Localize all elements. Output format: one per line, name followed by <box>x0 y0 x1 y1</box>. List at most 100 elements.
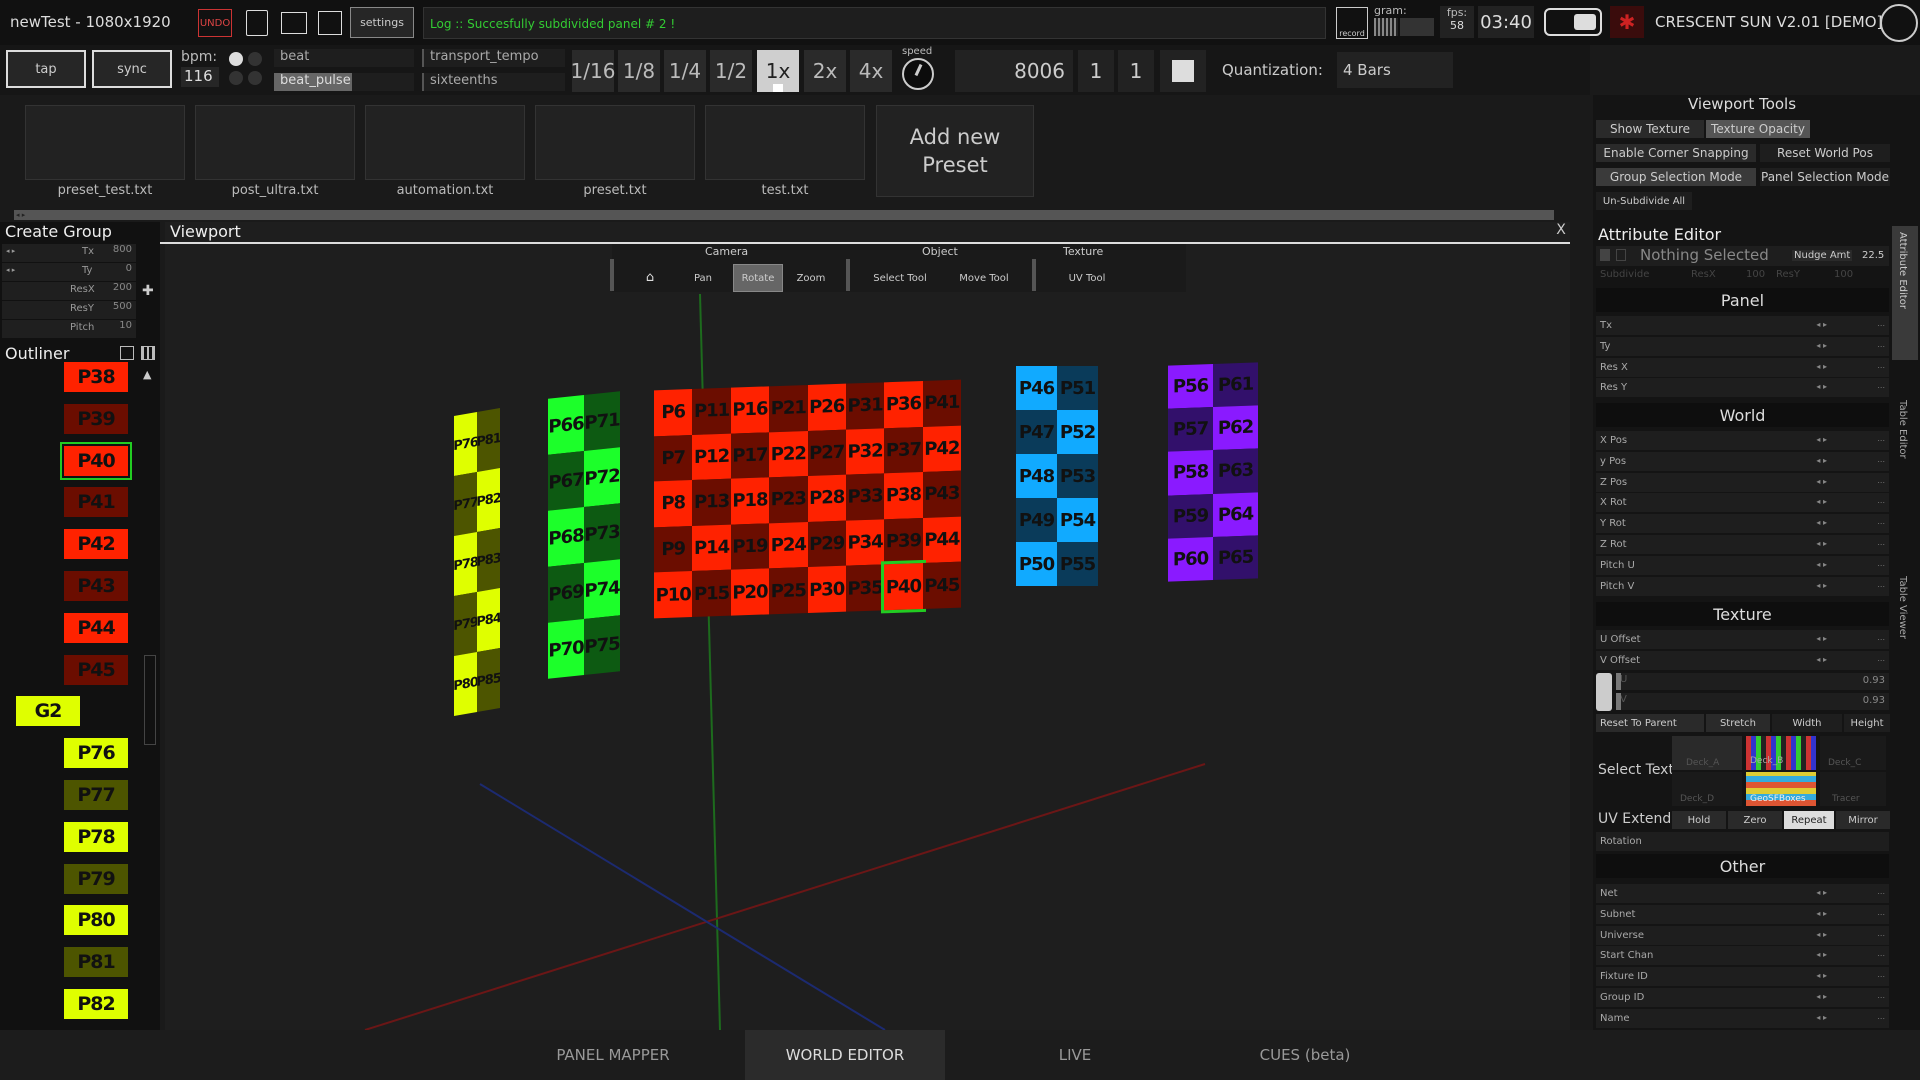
led-tile[interactable]: P41 <box>922 379 961 427</box>
outliner-item[interactable]: P41 <box>64 487 128 518</box>
subdivision-field[interactable]: sixteenths <box>422 73 565 91</box>
led-tile[interactable]: P79 <box>454 592 477 657</box>
resx-value[interactable]: 100 <box>1746 269 1765 280</box>
tap-button[interactable]: tap <box>6 50 86 88</box>
reset-to-parent-button[interactable]: Reset To Parent <box>1596 714 1704 732</box>
led-tile[interactable]: P84 <box>477 587 500 652</box>
v-slider[interactable]: V 0.93 <box>1616 693 1889 710</box>
corner-snapping-button[interactable]: Enable Corner Snapping <box>1596 144 1756 162</box>
show-texture-button[interactable]: Show Texture <box>1596 120 1704 138</box>
select-tool[interactable]: Select Tool <box>862 264 938 292</box>
attribute-field[interactable]: Res X ◂ ▸... <box>1596 357 1889 377</box>
stepper-icon[interactable]: ◂ ▸ <box>1816 1013 1827 1022</box>
led-tile[interactable]: P30 <box>807 566 846 613</box>
led-tile[interactable]: P24 <box>769 521 808 569</box>
uv-hold-button[interactable]: Hold <box>1672 811 1726 829</box>
attribute-field[interactable]: Net ◂ ▸... <box>1596 884 1889 903</box>
outliner-item[interactable]: P81 <box>64 947 128 978</box>
undo-button[interactable]: UNDO <box>198 9 232 37</box>
stretch-button[interactable]: Stretch <box>1706 714 1770 732</box>
led-tile[interactable]: P14 <box>692 524 731 572</box>
stepper-icon[interactable]: ◂ ▸ <box>1816 341 1827 350</box>
outliner-scrollbar[interactable] <box>144 655 156 745</box>
stepper-icon[interactable]: ◂ ▸ <box>1816 950 1827 959</box>
led-tile[interactable]: P37 <box>884 426 923 474</box>
led-tile[interactable]: P7 <box>654 434 693 482</box>
save-icon[interactable] <box>318 11 342 35</box>
nudge-value[interactable]: 22.5 <box>1862 250 1884 261</box>
deck-d-thumb[interactable]: Deck_D <box>1672 772 1742 806</box>
height-button[interactable]: Height <box>1844 714 1890 732</box>
rotation-field[interactable]: Rotation <box>1596 832 1889 851</box>
power-toggle-icon[interactable] <box>1544 8 1602 36</box>
beat-field[interactable]: beat <box>274 49 414 67</box>
led-tile[interactable]: P38 <box>884 472 923 520</box>
outliner-item[interactable]: P80 <box>64 905 128 936</box>
led-tile[interactable]: P9 <box>654 525 693 573</box>
led-tile[interactable]: P64 <box>1213 492 1258 537</box>
led-tile[interactable]: P81 <box>477 407 500 472</box>
value-field[interactable]: ... <box>1877 361 1885 370</box>
u-slider[interactable]: U 0.93 <box>1616 673 1889 690</box>
side-tab-attribute-editor[interactable]: Attribute Editor <box>1892 226 1918 360</box>
ty-field[interactable]: ◂ ▸ Ty 0 <box>2 263 136 281</box>
resx-field[interactable]: ResX 200 <box>2 282 136 300</box>
led-panel-yellow[interactable]: P76 P81 P77 P82 P78 P83 P79 P84 P80 P85 <box>454 407 500 717</box>
uv-repeat-button[interactable]: Repeat <box>1784 811 1834 829</box>
led-tile[interactable]: P47 <box>1016 410 1057 454</box>
led-tile[interactable]: P27 <box>807 429 846 477</box>
led-tile[interactable]: P74 <box>584 559 620 619</box>
deck-b-thumb[interactable]: Deck_B <box>1746 736 1816 770</box>
led-tile[interactable]: P17 <box>730 431 770 479</box>
link-uv-icon[interactable] <box>1596 673 1612 711</box>
led-tile[interactable]: P25 <box>769 567 808 615</box>
led-tile[interactable]: P78 <box>454 532 477 597</box>
move-tool[interactable]: Move Tool <box>946 264 1022 292</box>
led-tile[interactable]: P52 <box>1057 410 1098 454</box>
quantization-select[interactable]: 4 Bars <box>1337 52 1453 88</box>
led-tile[interactable]: P12 <box>692 433 731 481</box>
panel-selection-button[interactable]: Panel Selection Mode <box>1760 168 1890 186</box>
led-tile[interactable]: P68 <box>548 507 584 567</box>
attribute-field[interactable]: Ty ◂ ▸... <box>1596 336 1889 356</box>
stepper-icon[interactable]: ◂ ▸ <box>1816 539 1827 548</box>
division-1-4[interactable]: 1/4 <box>664 50 706 92</box>
led-tile[interactable]: P60 <box>1168 536 1213 582</box>
led-tile[interactable]: P46 <box>1016 366 1057 410</box>
outliner-group[interactable]: G2 <box>16 696 80 727</box>
value-field[interactable]: ... <box>1877 970 1885 979</box>
led-tile[interactable]: P23 <box>769 476 808 524</box>
refresh-icon[interactable] <box>120 346 134 360</box>
deck-a-thumb[interactable]: Deck_A <box>1672 736 1742 770</box>
led-tile[interactable]: P77 <box>454 472 477 537</box>
tab-panel-mapper[interactable]: PANEL MAPPER <box>510 1030 716 1080</box>
led-panel-purple[interactable]: P56 P61 P57 P62 P58 P63 P59 P64 P60 P65 <box>1168 362 1258 582</box>
reset-world-pos-button[interactable]: Reset World Pos <box>1760 144 1890 162</box>
value-field[interactable]: ... <box>1877 633 1885 642</box>
stepper-icon[interactable]: ◂ ▸ <box>1816 497 1827 506</box>
unsubdivide-button[interactable]: Un-Subdivide All <box>1596 192 1692 210</box>
led-tile[interactable]: P57 <box>1168 407 1213 452</box>
led-tile[interactable]: P56 <box>1168 364 1213 409</box>
outliner-item[interactable]: P38 <box>64 362 128 392</box>
tab-world-editor[interactable]: WORLD EDITOR <box>745 1030 945 1080</box>
pitch-field[interactable]: Pitch 10 <box>2 320 136 338</box>
value-field[interactable]: ... <box>1877 340 1885 349</box>
led-tile[interactable]: P71 <box>584 391 620 451</box>
tx-field[interactable]: ◂ ▸ Tx 800 <box>2 244 136 262</box>
bpm-value[interactable]: 116 <box>181 67 219 87</box>
led-tile[interactable]: P33 <box>845 473 885 521</box>
led-tile[interactable]: P29 <box>807 520 846 568</box>
led-tile[interactable]: P85 <box>477 647 500 712</box>
led-tile[interactable]: P28 <box>807 474 846 522</box>
led-tile[interactable]: P45 <box>922 562 961 609</box>
stop-icon[interactable] <box>1172 60 1194 82</box>
scroll-up-icon[interactable]: ▲ <box>143 368 151 381</box>
attribute-field[interactable]: Start Chan ◂ ▸... <box>1596 946 1889 966</box>
led-panel-red[interactable]: P6 P11 P16 P21 P26 P31 P36 P41 P7 P12 P17 P22 P27 P32… <box>654 379 961 619</box>
attribute-field[interactable]: Z Rot ◂ ▸... <box>1596 535 1889 554</box>
stepper-icon[interactable]: ◂ ▸ <box>1816 909 1827 918</box>
attribute-field[interactable]: y Pos ◂ ▸... <box>1596 451 1889 471</box>
attribute-field[interactable]: Group ID ◂ ▸... <box>1596 988 1889 1007</box>
outliner-item[interactable]: P43 <box>64 571 128 601</box>
